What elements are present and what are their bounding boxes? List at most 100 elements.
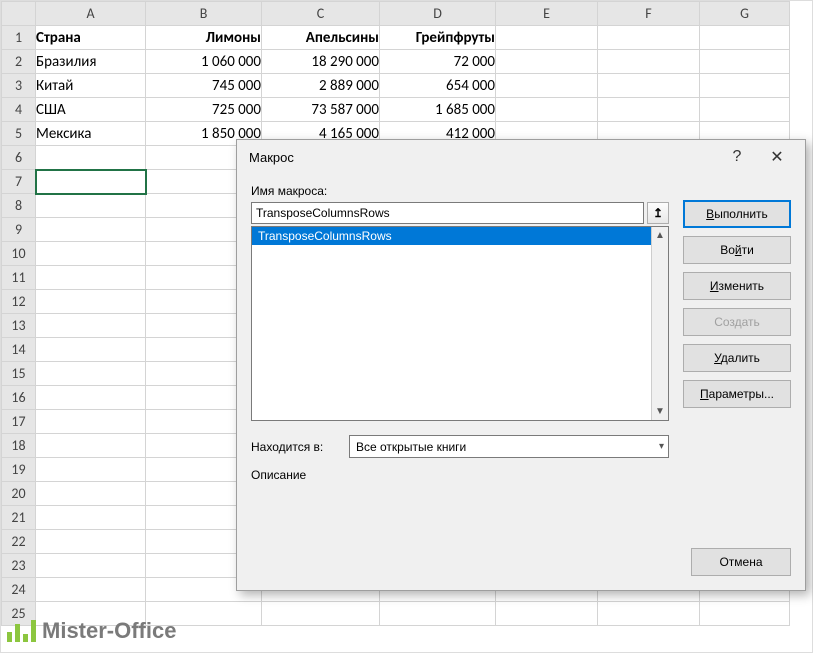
cell[interactable] — [36, 338, 146, 362]
row-header[interactable]: 10 — [2, 242, 36, 266]
cell[interactable] — [36, 458, 146, 482]
location-select[interactable]: Все открытые книги ▾ — [349, 435, 669, 458]
row-header[interactable]: 21 — [2, 506, 36, 530]
delete-button[interactable]: Удалить — [683, 344, 791, 372]
cell[interactable]: США — [36, 98, 146, 122]
close-button[interactable]: ✕ — [757, 143, 797, 171]
cell[interactable] — [36, 506, 146, 530]
cell[interactable] — [496, 602, 598, 626]
row-header[interactable]: 24 — [2, 578, 36, 602]
cell[interactable] — [36, 434, 146, 458]
row-header[interactable]: 19 — [2, 458, 36, 482]
cell[interactable] — [36, 554, 146, 578]
cell[interactable]: 1 060 000 — [146, 50, 262, 74]
cell[interactable]: 2 889 000 — [262, 74, 380, 98]
row-header[interactable]: 8 — [2, 194, 36, 218]
row-header[interactable]: 11 — [2, 266, 36, 290]
row-header[interactable]: 18 — [2, 434, 36, 458]
row-header[interactable]: 5 — [2, 122, 36, 146]
cell[interactable] — [36, 530, 146, 554]
cell[interactable]: Апельсины — [262, 26, 380, 50]
row-header[interactable]: 14 — [2, 338, 36, 362]
cell[interactable]: 72 000 — [380, 50, 496, 74]
edit-button[interactable]: Изменить — [683, 272, 791, 300]
cell[interactable] — [700, 74, 790, 98]
step-into-button[interactable]: Войти — [683, 236, 791, 264]
list-item[interactable]: TransposeColumnsRows — [252, 227, 668, 245]
cell[interactable]: Китай — [36, 74, 146, 98]
scrollbar[interactable]: ▲ ▼ — [651, 227, 668, 420]
help-button[interactable]: ? — [717, 143, 757, 171]
col-header-E[interactable]: E — [496, 2, 598, 26]
cell[interactable] — [262, 602, 380, 626]
col-header-C[interactable]: C — [262, 2, 380, 26]
active-cell[interactable] — [36, 170, 146, 194]
col-header-A[interactable]: A — [36, 2, 146, 26]
cell[interactable]: 725 000 — [146, 98, 262, 122]
cell[interactable] — [36, 314, 146, 338]
cell[interactable] — [36, 362, 146, 386]
cell[interactable] — [36, 290, 146, 314]
row-header[interactable]: 22 — [2, 530, 36, 554]
cell[interactable]: Лимоны — [146, 26, 262, 50]
cell[interactable] — [496, 26, 598, 50]
scroll-down-icon[interactable]: ▼ — [652, 403, 668, 420]
cell[interactable]: 18 290 000 — [262, 50, 380, 74]
cell[interactable] — [496, 50, 598, 74]
col-header-B[interactable]: B — [146, 2, 262, 26]
col-header-F[interactable]: F — [598, 2, 700, 26]
cell[interactable] — [700, 26, 790, 50]
row-header[interactable]: 7 — [2, 170, 36, 194]
cell[interactable] — [36, 386, 146, 410]
row-header[interactable]: 23 — [2, 554, 36, 578]
options-button[interactable]: Параметры... — [683, 380, 791, 408]
cell[interactable] — [36, 242, 146, 266]
cell[interactable] — [700, 98, 790, 122]
row-header[interactable]: 17 — [2, 410, 36, 434]
cell[interactable] — [36, 266, 146, 290]
row-header[interactable]: 12 — [2, 290, 36, 314]
cell[interactable]: 654 000 — [380, 74, 496, 98]
cell[interactable] — [36, 578, 146, 602]
row-header[interactable]: 1 — [2, 26, 36, 50]
cell[interactable] — [496, 74, 598, 98]
col-header-D[interactable]: D — [380, 2, 496, 26]
cell[interactable] — [36, 194, 146, 218]
cell[interactable]: Бразилия — [36, 50, 146, 74]
cell[interactable] — [36, 146, 146, 170]
row-header[interactable]: 4 — [2, 98, 36, 122]
cell[interactable] — [36, 410, 146, 434]
row-header[interactable]: 3 — [2, 74, 36, 98]
cell[interactable]: 1 685 000 — [380, 98, 496, 122]
cell[interactable]: Мексика — [36, 122, 146, 146]
cell[interactable] — [598, 26, 700, 50]
scroll-up-icon[interactable]: ▲ — [652, 227, 668, 244]
cell[interactable]: 73 587 000 — [262, 98, 380, 122]
cell[interactable] — [598, 602, 700, 626]
cell[interactable] — [380, 602, 496, 626]
row-header[interactable]: 6 — [2, 146, 36, 170]
select-all-corner[interactable] — [2, 2, 36, 26]
macro-listbox[interactable]: TransposeColumnsRows ▲ ▼ — [251, 226, 669, 421]
cell[interactable]: Страна — [36, 26, 146, 50]
run-button[interactable]: Выполнить — [683, 200, 791, 228]
row-header[interactable]: 16 — [2, 386, 36, 410]
col-header-G[interactable]: G — [700, 2, 790, 26]
row-header[interactable]: 2 — [2, 50, 36, 74]
row-header[interactable]: 20 — [2, 482, 36, 506]
cell[interactable]: Грейпфруты — [380, 26, 496, 50]
macro-name-input[interactable] — [251, 202, 644, 224]
cell[interactable] — [700, 602, 790, 626]
cell[interactable] — [36, 218, 146, 242]
cell[interactable] — [700, 50, 790, 74]
cell[interactable] — [598, 50, 700, 74]
row-header[interactable]: 9 — [2, 218, 36, 242]
cell[interactable] — [36, 482, 146, 506]
dialog-titlebar[interactable]: Макрос ? ✕ — [237, 140, 805, 174]
cancel-button[interactable]: Отмена — [691, 548, 791, 576]
collapse-refedit-button[interactable]: ↥ — [647, 202, 669, 224]
row-header[interactable]: 15 — [2, 362, 36, 386]
cell[interactable] — [496, 98, 598, 122]
cell[interactable]: 745 000 — [146, 74, 262, 98]
cell[interactable] — [598, 98, 700, 122]
